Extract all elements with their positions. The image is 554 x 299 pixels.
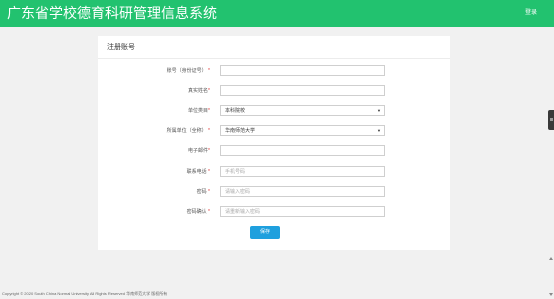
required-mark: * xyxy=(208,68,210,74)
field-label-text: 电子邮件 xyxy=(188,148,209,154)
field-label: 账号（身份证号） * xyxy=(167,66,210,76)
account-input[interactable] xyxy=(220,65,385,76)
field-label-text: 联系电话 xyxy=(186,169,207,175)
top-header: 广东省学校德育科研管理信息系统 登录 xyxy=(0,0,554,27)
required-mark: * xyxy=(208,148,210,154)
form-row-password: 密码 * xyxy=(98,186,450,198)
affiliation-select[interactable]: 华南师范大学 ▼ xyxy=(220,125,385,136)
required-mark: * xyxy=(208,169,210,175)
app-title: 广东省学校德育科研管理信息系统 xyxy=(7,5,217,21)
field-label: 电子邮件* xyxy=(188,146,210,156)
select-value: 本科院校 xyxy=(225,108,246,114)
scroll-up-arrow-icon[interactable] xyxy=(549,257,553,260)
field-label-text: 密码 xyxy=(196,189,207,195)
chevron-down-icon: ▼ xyxy=(377,108,381,113)
card-header: 注册账号 xyxy=(98,36,450,59)
form-row-password-confirm: 密码确认 * xyxy=(98,206,450,218)
field-label: 单位类目* xyxy=(188,106,210,116)
field-label: 所属单位（全称） * xyxy=(167,126,210,136)
form-row-email: 电子邮件* xyxy=(98,145,450,157)
save-button[interactable]: 保存 xyxy=(250,226,280,239)
phone-input[interactable] xyxy=(220,166,385,177)
chevron-down-icon: ▼ xyxy=(377,128,381,133)
scroll-down-arrow-icon[interactable] xyxy=(549,293,553,296)
required-mark: * xyxy=(208,128,210,134)
required-mark: * xyxy=(208,88,210,94)
field-label-text: 单位类目 xyxy=(188,108,209,114)
field-label: 密码 * xyxy=(197,187,210,197)
required-mark: * xyxy=(208,209,210,215)
field-label-text: 账号（身份证号） xyxy=(166,68,207,74)
field-label: 真实姓名* xyxy=(188,86,210,96)
side-feedback-tab[interactable] xyxy=(548,110,554,130)
password-input[interactable] xyxy=(220,186,385,197)
field-label-text: 所属单位（全称） xyxy=(166,128,207,134)
login-link[interactable]: 登录 xyxy=(525,8,537,18)
form-row-account: 账号（身份证号） * xyxy=(98,65,450,77)
side-tab-icon xyxy=(550,118,553,121)
field-label-text: 密码确认 xyxy=(186,209,207,215)
unit-category-select[interactable]: 本科院校 ▼ xyxy=(220,105,385,116)
field-label-text: 真实姓名 xyxy=(188,88,209,94)
email-input[interactable] xyxy=(220,145,385,156)
register-card: 注册账号 账号（身份证号） * 真实姓名* 单位类目* 本科院校 ▼ 所属单位（… xyxy=(98,36,450,250)
password-confirm-input[interactable] xyxy=(220,206,385,217)
form-row-affiliation: 所属单位（全称） * 华南师范大学 ▼ xyxy=(98,125,450,137)
card-heading: 注册账号 xyxy=(107,44,135,51)
select-value: 华南师范大学 xyxy=(225,128,256,134)
required-mark: * xyxy=(208,108,210,114)
form-row-realname: 真实姓名* xyxy=(98,85,450,97)
footer-copyright: Copyright © 2020 South China Normal Univ… xyxy=(2,291,168,296)
required-mark: * xyxy=(208,189,210,195)
form-row-phone: 联系电话 * xyxy=(98,166,450,178)
field-label: 密码确认 * xyxy=(187,207,210,217)
field-label: 联系电话 * xyxy=(187,167,210,177)
realname-input[interactable] xyxy=(220,85,385,96)
form-row-unit-category: 单位类目* 本科院校 ▼ xyxy=(98,105,450,117)
